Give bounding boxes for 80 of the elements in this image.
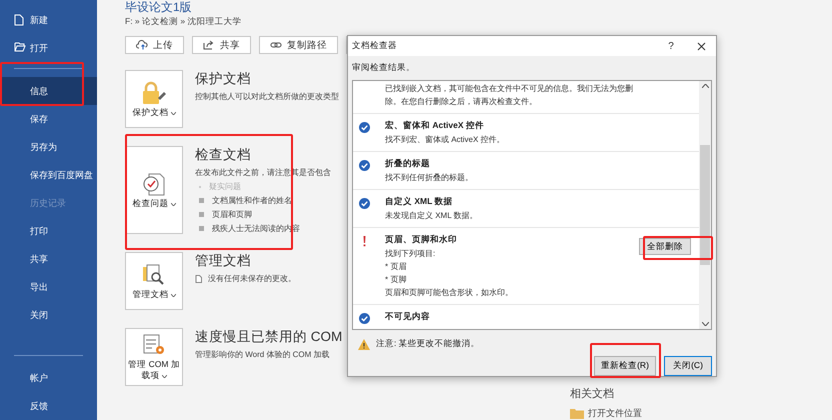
bullet-item: 残疾人士无法阅读的内容 bbox=[195, 223, 331, 234]
result-text: 除。在您自行删除之后，请再次检查文件。 bbox=[385, 96, 538, 108]
lock-key-icon bbox=[141, 80, 167, 104]
caret-icon bbox=[170, 202, 176, 206]
link-icon bbox=[270, 41, 282, 49]
result-text: 找不到任何折叠的标题。 bbox=[385, 172, 474, 184]
document-check-icon bbox=[141, 172, 167, 196]
document-title: 毕设论文1版 bbox=[125, 1, 193, 14]
dialog-subtitle: 审阅检查结果。 bbox=[351, 61, 416, 74]
section-description: 控制其他人可以对此文档所做的更改类型 bbox=[195, 91, 339, 102]
bullet-item: 疑实问题 bbox=[195, 181, 331, 192]
info-action-button[interactable]: 管理 COM 加载项 bbox=[125, 328, 183, 386]
info-action-button[interactable]: 检查问题 bbox=[125, 146, 183, 234]
scroll-up-icon[interactable] bbox=[702, 84, 708, 88]
checklist-gear-icon bbox=[141, 333, 167, 357]
sidebar-item[interactable]: 帐户 bbox=[0, 364, 97, 392]
folder-icon bbox=[14, 42, 26, 52]
document-icon bbox=[195, 274, 202, 282]
result-title: 折叠的标题 bbox=[385, 158, 431, 170]
section-title: 速度慢且已禁用的 COM bbox=[195, 328, 342, 346]
dialog-button[interactable]: 重新检查(R) bbox=[594, 356, 656, 376]
sidebar-item[interactable]: 导出 bbox=[0, 273, 97, 301]
section-description: 管理影响你的 Word 体验的 COM 加载 bbox=[195, 349, 331, 360]
bullet-item: 文档属性和作者的姓名 bbox=[195, 195, 331, 206]
check-circle-icon bbox=[359, 313, 370, 324]
dialog-button[interactable]: 关闭(C) bbox=[664, 356, 712, 376]
highlight-frame bbox=[643, 236, 713, 260]
sidebar-item[interactable]: 保存到百度网盘 bbox=[0, 161, 97, 189]
result-text: 已找到嵌入文档，其可能包含在文件中不可见的信息。我们无法为您删 bbox=[385, 83, 634, 94]
result-title: 不可见内容 bbox=[385, 311, 431, 324]
sidebar-item[interactable]: 信息 bbox=[0, 77, 97, 105]
section-title: 管理文档 bbox=[195, 252, 252, 270]
result-text: 找到下列项目: bbox=[385, 248, 436, 260]
caret-icon bbox=[170, 112, 176, 114]
sidebar-item[interactable]: 共享 bbox=[0, 245, 97, 273]
scrollbar[interactable] bbox=[699, 81, 711, 329]
share-icon bbox=[203, 40, 215, 50]
sidebar-item[interactable]: 关闭 bbox=[0, 301, 97, 329]
toolbar-button[interactable]: 共享 bbox=[192, 36, 251, 54]
sidebar-item[interactable]: 打印 bbox=[0, 217, 97, 245]
file-path: F: » 论文检测 » 沈阳理工大学 bbox=[125, 16, 242, 28]
info-action-button[interactable]: 保护文档 bbox=[125, 70, 183, 128]
open-file-location-link[interactable]: 打开文件位置 bbox=[588, 407, 642, 420]
sidebar-item[interactable]: 打开 bbox=[0, 34, 97, 62]
warning-icon bbox=[358, 338, 370, 350]
toolbar-button[interactable]: 上传 bbox=[125, 36, 184, 54]
check-circle-icon bbox=[359, 122, 370, 134]
help-button[interactable]: ? bbox=[656, 36, 686, 56]
toolbar-button[interactable]: 复制路径 bbox=[259, 36, 338, 54]
remove-all-button[interactable]: 全部删除 bbox=[639, 238, 691, 256]
check-circle-icon bbox=[359, 160, 370, 172]
result-text: 页眉和页脚可能包含形状，如水印。 bbox=[385, 287, 514, 298]
result-text: * 页脚 bbox=[385, 274, 408, 286]
sidebar-item[interactable]: 反馈 bbox=[0, 392, 97, 420]
check-circle-icon bbox=[359, 198, 370, 210]
close-icon bbox=[696, 42, 706, 51]
result-title: 自定义 XML 数据 bbox=[385, 196, 454, 208]
cloud-upload-icon bbox=[136, 40, 148, 50]
related-documents-heading: 相关文档 bbox=[570, 386, 615, 401]
new-document-icon bbox=[14, 14, 24, 26]
sidebar-item[interactable]: 另存为 bbox=[0, 133, 97, 161]
sidebar-item[interactable]: 保存 bbox=[0, 105, 97, 133]
dialog-title: 文档检查器 bbox=[352, 40, 398, 52]
sidebar-item[interactable]: 新建 bbox=[0, 6, 97, 34]
bullet-item: 页眉和页脚 bbox=[195, 209, 331, 220]
section-title: 检查文档 bbox=[195, 146, 252, 164]
scroll-down-icon[interactable] bbox=[702, 322, 708, 326]
folder-icon bbox=[570, 408, 584, 419]
section-title: 保护文档 bbox=[195, 70, 252, 88]
result-text: 找不到宏、窗体或 ActiveX 控件。 bbox=[385, 134, 506, 146]
result-text: 未发现自定义 XML 数据。 bbox=[385, 210, 479, 222]
result-title: 页眉、页脚和水印 bbox=[385, 234, 458, 246]
highlight-frame bbox=[590, 343, 661, 378]
caret-icon bbox=[162, 375, 167, 378]
info-action-button[interactable]: 管理文档 bbox=[125, 252, 183, 310]
warning-note: 注意: 某些更改不能撤消。 bbox=[376, 338, 480, 350]
caret-icon bbox=[170, 294, 176, 296]
section-description: 没有任何未保存的更改。 bbox=[208, 273, 296, 284]
result-title: 宏、窗体和 ActiveX 控件 bbox=[385, 120, 485, 132]
result-text: * 页眉 bbox=[385, 261, 408, 272]
